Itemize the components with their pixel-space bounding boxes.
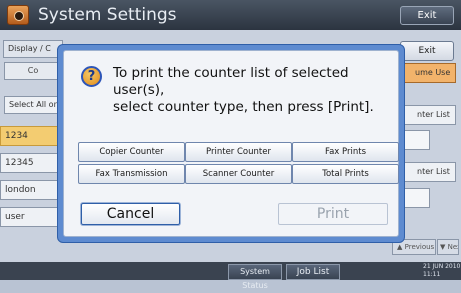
triangle-down-icon: ▼ [440, 243, 446, 251]
question-icon: ? [81, 66, 102, 87]
fax-transmission-button[interactable]: Fax Transmission [78, 164, 185, 184]
user-list-item[interactable]: 1234 [0, 126, 60, 146]
total-prints-button[interactable]: Total Prints [292, 164, 399, 184]
previous-label: Previous [404, 243, 435, 251]
scanner-counter-button[interactable]: Scanner Counter [185, 164, 292, 184]
value-box [404, 188, 430, 208]
select-all-button[interactable]: Select All on [4, 96, 62, 114]
copier-counter-button[interactable]: Copier Counter [78, 142, 185, 162]
page-title: System Settings [38, 5, 177, 25]
tab-secondary[interactable]: Co [4, 62, 62, 80]
time-label: 11:11 [423, 271, 441, 278]
tab-volume-use[interactable]: ume Use [400, 63, 456, 83]
printer-counter-button[interactable]: Printer Counter [185, 142, 292, 162]
printer-list-button[interactable]: nter List [404, 105, 456, 125]
message-line: select counter type, then press [Print]. [113, 99, 374, 115]
tab-display[interactable]: Display / C [3, 40, 63, 58]
user-list-item[interactable]: 12345 [0, 153, 60, 173]
cancel-button[interactable]: Cancel [81, 203, 180, 225]
date-label: 21 JUN 2010 [423, 263, 461, 270]
dialog-message: To print the counter list of selected us… [113, 65, 393, 116]
message-line: To print the counter list of selected us… [113, 65, 349, 98]
value-box [404, 130, 430, 150]
next-page-button[interactable]: ▼ Next [437, 239, 459, 255]
next-label: Next [447, 243, 458, 251]
user-list-item[interactable]: user [0, 207, 60, 227]
fax-prints-button[interactable]: Fax Prints [292, 142, 399, 162]
system-status-button[interactable]: System Status [228, 264, 282, 290]
exit-button[interactable]: Exit [400, 6, 454, 25]
triangle-up-icon: ▲ [397, 243, 403, 251]
secondary-exit-button[interactable]: Exit [400, 41, 454, 61]
settings-icon [7, 5, 29, 25]
job-list-button[interactable]: Job List [286, 264, 340, 280]
print-button[interactable]: Print [278, 203, 388, 225]
printer-list-button[interactable]: nter List [404, 162, 456, 182]
date-time: 21 JUN 2010 11:11 [423, 262, 461, 280]
user-list-item[interactable]: london [0, 180, 60, 200]
